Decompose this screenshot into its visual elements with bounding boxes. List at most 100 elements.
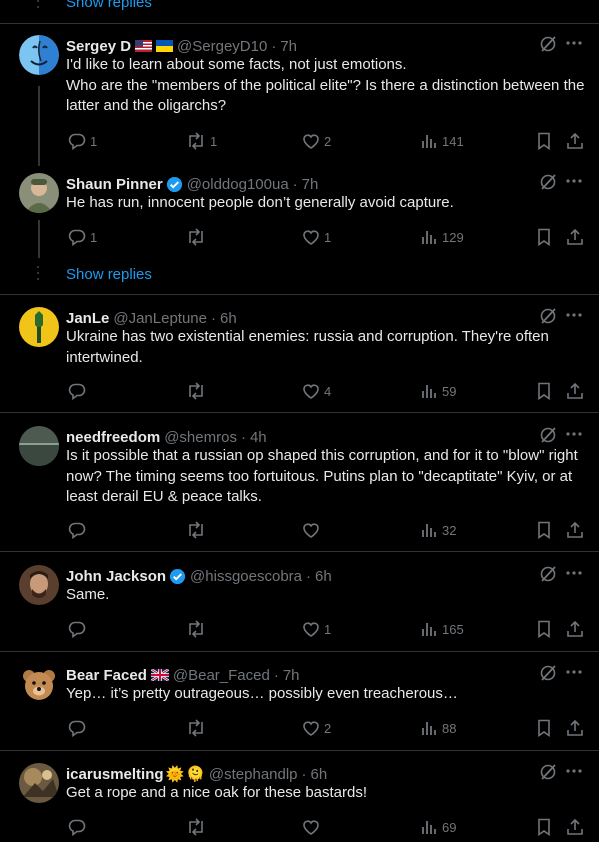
reply-button[interactable] <box>68 620 90 638</box>
reply-button[interactable]: 1 <box>68 132 97 150</box>
grok-icon[interactable] <box>539 173 557 191</box>
like-button[interactable]: 1 <box>302 228 331 246</box>
avatar[interactable] <box>19 664 59 704</box>
views-icon <box>422 722 436 735</box>
display-name[interactable]: icarusmelting <box>66 766 164 783</box>
heart-icon <box>303 523 319 538</box>
share-button[interactable] <box>566 132 584 150</box>
share-button[interactable] <box>566 620 584 638</box>
timestamp[interactable]: 7h <box>283 667 300 684</box>
handle[interactable]: @SergeyD10 <box>177 38 267 55</box>
repost-button[interactable] <box>186 719 210 737</box>
like-button[interactable]: 4 <box>302 382 331 400</box>
reply-button[interactable]: 1 <box>68 228 97 246</box>
like-button[interactable] <box>302 521 324 539</box>
like-button[interactable]: 2 <box>302 719 331 737</box>
avatar[interactable] <box>19 307 59 347</box>
repost-button[interactable] <box>186 382 210 400</box>
tweet-text: Same. <box>66 586 110 603</box>
views-button[interactable]: 69 <box>420 818 456 836</box>
handle[interactable]: @stephandlp <box>209 766 298 783</box>
views-button[interactable]: 165 <box>420 620 464 638</box>
bookmark-button[interactable] <box>536 382 552 400</box>
more-icon[interactable] <box>565 306 583 324</box>
grok-icon[interactable] <box>539 35 557 53</box>
reply-button[interactable] <box>68 719 90 737</box>
share-button[interactable] <box>566 382 584 400</box>
action-bar: 1 1 129 <box>66 228 585 248</box>
timestamp[interactable]: 7h <box>280 38 297 55</box>
grok-icon[interactable] <box>539 307 557 325</box>
avatar[interactable] <box>19 426 59 466</box>
share-button[interactable] <box>566 521 584 539</box>
timestamp[interactable]: 7h <box>302 176 319 193</box>
bookmark-button[interactable] <box>536 228 552 246</box>
show-replies-link[interactable]: Show replies <box>66 0 152 11</box>
timestamp[interactable]: 6h <box>311 766 328 783</box>
more-icon[interactable] <box>565 762 583 780</box>
handle[interactable]: @hissgoescobra <box>190 568 302 585</box>
share-button[interactable] <box>566 719 584 737</box>
handle[interactable]: @Bear_Faced <box>173 667 270 684</box>
verified-badge-icon <box>169 568 186 584</box>
timestamp[interactable]: 4h <box>250 429 267 446</box>
display-name[interactable]: JanLe <box>66 310 109 327</box>
more-icon[interactable] <box>565 663 583 681</box>
handle[interactable]: @JanLeptune <box>113 310 207 327</box>
views-button[interactable]: 59 <box>420 382 456 400</box>
action-bar: 2 88 <box>66 719 585 739</box>
display-name[interactable]: Bear Faced <box>66 667 147 684</box>
views-button[interactable]: 141 <box>420 132 464 150</box>
thread-connector-dots <box>37 0 39 12</box>
display-name[interactable]: John Jackson <box>66 568 166 585</box>
share-button[interactable] <box>566 818 584 836</box>
grok-icon[interactable] <box>539 763 557 781</box>
views-button[interactable]: 32 <box>420 521 456 539</box>
share-button[interactable] <box>566 228 584 246</box>
more-icon[interactable] <box>565 172 583 190</box>
views-button[interactable]: 129 <box>420 228 464 246</box>
avatar[interactable] <box>19 173 59 213</box>
more-icon[interactable] <box>565 425 583 443</box>
show-replies-link[interactable]: Show replies <box>66 266 152 283</box>
action-bar: 69 <box>66 818 585 838</box>
more-icon[interactable] <box>565 34 583 52</box>
avatar[interactable] <box>19 763 59 803</box>
bookmark-button[interactable] <box>536 132 552 150</box>
bookmark-button[interactable] <box>536 818 552 836</box>
repost-button[interactable] <box>186 228 210 246</box>
avatar[interactable] <box>19 565 59 605</box>
repost-button[interactable] <box>186 521 210 539</box>
handle[interactable]: @olddog100ua <box>187 176 289 193</box>
repost-icon <box>189 132 203 150</box>
separator: · <box>292 175 298 193</box>
tweet-text: Yep… it’s pretty outrageous… possibly ev… <box>66 685 458 702</box>
like-button[interactable]: 1 <box>302 620 331 638</box>
bookmark-button[interactable] <box>536 620 552 638</box>
like-button[interactable]: 2 <box>302 132 331 150</box>
repost-button[interactable]: 1 <box>186 132 217 150</box>
reply-button[interactable] <box>68 382 90 400</box>
timestamp[interactable]: 6h <box>315 568 332 585</box>
avatar[interactable] <box>19 35 59 75</box>
timestamp[interactable]: 6h <box>220 310 237 327</box>
display-name[interactable]: Shaun Pinner <box>66 176 163 193</box>
display-name[interactable]: Sergey D <box>66 38 131 55</box>
grok-icon[interactable] <box>539 664 557 682</box>
handle[interactable]: @shemros <box>164 429 237 446</box>
like-button[interactable] <box>302 818 324 836</box>
views-icon <box>422 135 436 148</box>
grok-icon[interactable] <box>539 565 557 583</box>
views-icon <box>422 821 436 834</box>
display-name[interactable]: needfreedom <box>66 429 160 446</box>
reply-button[interactable] <box>68 818 90 836</box>
bookmark-button[interactable] <box>536 521 552 539</box>
separator: · <box>240 428 246 446</box>
more-icon[interactable] <box>565 564 583 582</box>
repost-button[interactable] <box>186 818 210 836</box>
grok-icon[interactable] <box>539 426 557 444</box>
repost-button[interactable] <box>186 620 210 638</box>
bookmark-button[interactable] <box>536 719 552 737</box>
reply-button[interactable] <box>68 521 90 539</box>
views-button[interactable]: 88 <box>420 719 456 737</box>
